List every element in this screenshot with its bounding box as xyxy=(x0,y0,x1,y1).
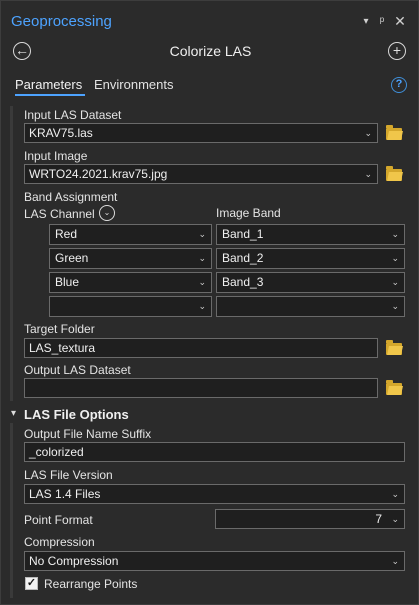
section-rail xyxy=(10,423,13,598)
chevron-down-icon: ⌄ xyxy=(391,229,399,239)
close-icon[interactable]: ✕ xyxy=(393,14,407,28)
input-image-label: Input Image xyxy=(24,149,88,163)
input-image-value: WRTO24.2021.krav75.jpg xyxy=(29,167,168,181)
image-band-cell[interactable]: Band_2 ⌄ xyxy=(216,248,405,269)
las-file-options-header[interactable]: LAS File Options xyxy=(24,407,129,422)
input-las-value: KRAV75.las xyxy=(29,126,93,140)
tab-environments[interactable]: Environments xyxy=(94,77,173,92)
image-band-cell[interactable]: Band_1 ⌄ xyxy=(216,224,405,245)
suffix-value: _colorized xyxy=(29,445,84,459)
las-channel-value: Blue xyxy=(55,275,80,289)
browse-folder-icon[interactable] xyxy=(386,380,402,395)
section-rail xyxy=(10,106,13,401)
image-band-cell[interactable]: Band_3 ⌄ xyxy=(216,272,405,293)
chevron-down-icon[interactable]: ▾ xyxy=(359,15,373,29)
compression-label: Compression xyxy=(24,535,95,549)
chevron-down-icon: ⌄ xyxy=(198,277,206,287)
image-band-value: Band_3 xyxy=(222,275,264,289)
browse-folder-icon[interactable] xyxy=(386,125,402,140)
input-las-label: Input LAS Dataset xyxy=(24,108,122,122)
input-image-dropdown[interactable]: WRTO24.2021.krav75.jpg ⌄ xyxy=(24,164,378,184)
rearrange-points-checkbox[interactable]: ✓ xyxy=(25,577,38,590)
browse-folder-icon[interactable] xyxy=(386,340,402,355)
las-version-dropdown[interactable]: LAS 1.4 Files ⌄ xyxy=(24,484,405,504)
point-format-label: Point Format xyxy=(24,513,93,527)
rearrange-points-label: Rearrange Points xyxy=(44,577,138,591)
tool-title: Colorize LAS xyxy=(169,43,252,59)
chevron-down-icon: ⌄ xyxy=(198,253,206,263)
band-assignment-label: Band Assignment xyxy=(24,190,118,204)
active-tab-indicator xyxy=(15,94,85,96)
target-folder-input[interactable]: LAS_textura xyxy=(24,338,378,358)
image-band-cell[interactable]: ⌄ xyxy=(216,296,405,317)
chevron-down-icon: ⌄ xyxy=(391,489,399,499)
help-icon[interactable]: ? xyxy=(391,77,407,93)
collapse-caret-icon[interactable]: ▾ xyxy=(11,408,16,419)
las-channel-value: Green xyxy=(55,251,89,265)
las-channel-value: Red xyxy=(55,227,78,241)
browse-folder-icon[interactable] xyxy=(386,166,402,181)
image-band-label: Image Band xyxy=(216,206,281,220)
chevron-down-icon: ⌄ xyxy=(391,301,399,311)
las-version-label: LAS File Version xyxy=(24,468,113,482)
chevron-down-icon: ⌄ xyxy=(391,514,399,524)
pane-title: Geoprocessing xyxy=(11,13,112,30)
las-channel-label: LAS Channel xyxy=(24,207,95,221)
las-channel-cell[interactable]: Red ⌄ xyxy=(49,224,212,245)
chevron-down-icon: ⌄ xyxy=(198,229,206,239)
image-band-value: Band_2 xyxy=(222,251,264,265)
suffix-label: Output File Name Suffix xyxy=(24,427,152,441)
las-channel-cell[interactable]: Blue ⌄ xyxy=(49,272,212,293)
chevron-down-icon: ⌄ xyxy=(198,301,206,311)
output-las-input[interactable] xyxy=(24,378,378,398)
chevron-down-icon: ⌄ xyxy=(391,253,399,263)
target-folder-label: Target Folder xyxy=(24,322,95,336)
output-las-label: Output LAS Dataset xyxy=(24,363,131,377)
suffix-input[interactable]: _colorized xyxy=(24,442,405,462)
chevron-down-icon: ⌄ xyxy=(364,169,372,179)
las-channel-cell[interactable]: ⌄ xyxy=(49,296,212,317)
input-las-dropdown[interactable]: KRAV75.las ⌄ xyxy=(24,123,378,143)
point-format-value: 7 xyxy=(375,512,382,526)
pin-icon[interactable]: ᵖ xyxy=(375,14,389,28)
chevron-down-icon: ⌄ xyxy=(391,556,399,566)
tab-parameters[interactable]: Parameters xyxy=(15,77,82,92)
point-format-dropdown[interactable]: 7 ⌄ xyxy=(215,509,405,529)
image-band-value: Band_1 xyxy=(222,227,264,241)
las-version-value: LAS 1.4 Files xyxy=(29,487,101,501)
chevron-down-icon: ⌄ xyxy=(364,128,372,138)
compression-dropdown[interactable]: No Compression ⌄ xyxy=(24,551,405,571)
expand-icon[interactable]: ⌄ xyxy=(99,205,115,221)
chevron-down-icon: ⌄ xyxy=(391,277,399,287)
target-folder-value: LAS_textura xyxy=(29,341,96,355)
add-icon[interactable]: + xyxy=(388,42,406,60)
las-channel-cell[interactable]: Green ⌄ xyxy=(49,248,212,269)
compression-value: No Compression xyxy=(29,554,119,568)
geoprocessing-pane: Geoprocessing ▾ ᵖ ✕ ← Colorize LAS + Par… xyxy=(0,0,419,605)
